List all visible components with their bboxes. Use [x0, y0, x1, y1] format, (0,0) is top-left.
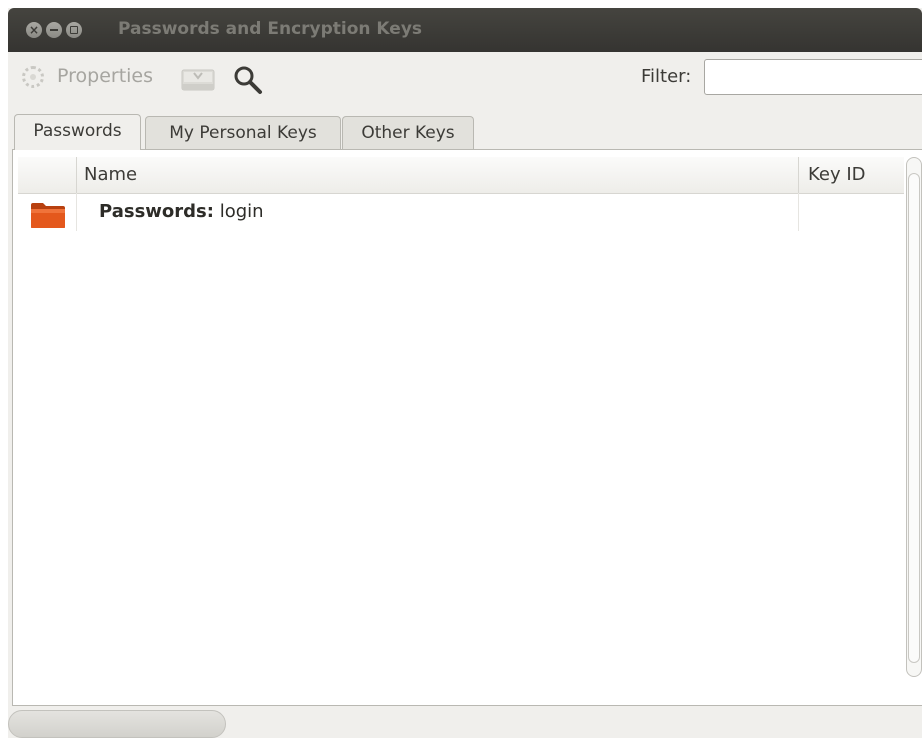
- filter-input[interactable]: [704, 59, 922, 95]
- tab-my-personal-keys[interactable]: My Personal Keys: [145, 116, 341, 150]
- search-icon[interactable]: [231, 63, 265, 97]
- column-divider: [798, 193, 799, 231]
- table-row[interactable]: Passwords: login: [99, 201, 264, 222]
- column-header-name[interactable]: Name: [84, 164, 137, 185]
- tab-other-keys[interactable]: Other Keys: [342, 116, 474, 150]
- export-drive-icon[interactable]: [180, 64, 216, 94]
- close-icon: ×: [28, 23, 40, 37]
- column-header-key-id[interactable]: Key ID: [808, 164, 866, 185]
- row-name: login: [219, 201, 264, 222]
- minimize-icon: [50, 29, 58, 31]
- window-title: Passwords and Encryption Keys: [118, 19, 423, 39]
- app-window: × Passwords and Encryption Keys Properti…: [8, 8, 922, 738]
- row-name-prefix: Passwords:: [99, 201, 214, 222]
- title-bar: × Passwords and Encryption Keys: [8, 8, 922, 52]
- close-window-button[interactable]: ×: [26, 22, 42, 38]
- maximize-icon: [70, 26, 78, 34]
- keys-list-frame: [12, 149, 922, 706]
- minimize-window-button[interactable]: [46, 22, 62, 38]
- vertical-scrollbar-thumb[interactable]: [908, 173, 920, 663]
- tab-passwords[interactable]: Passwords: [14, 114, 141, 150]
- filter-label: Filter:: [641, 66, 692, 87]
- horizontal-scrollbar[interactable]: [8, 710, 226, 738]
- gear-icon: [22, 66, 44, 88]
- table-header: [18, 157, 904, 194]
- header-separator: [798, 157, 799, 193]
- folder-icon: [31, 203, 65, 228]
- properties-button[interactable]: Properties: [57, 65, 153, 87]
- header-separator: [76, 157, 77, 193]
- maximize-window-button[interactable]: [66, 22, 82, 38]
- column-divider: [76, 193, 77, 231]
